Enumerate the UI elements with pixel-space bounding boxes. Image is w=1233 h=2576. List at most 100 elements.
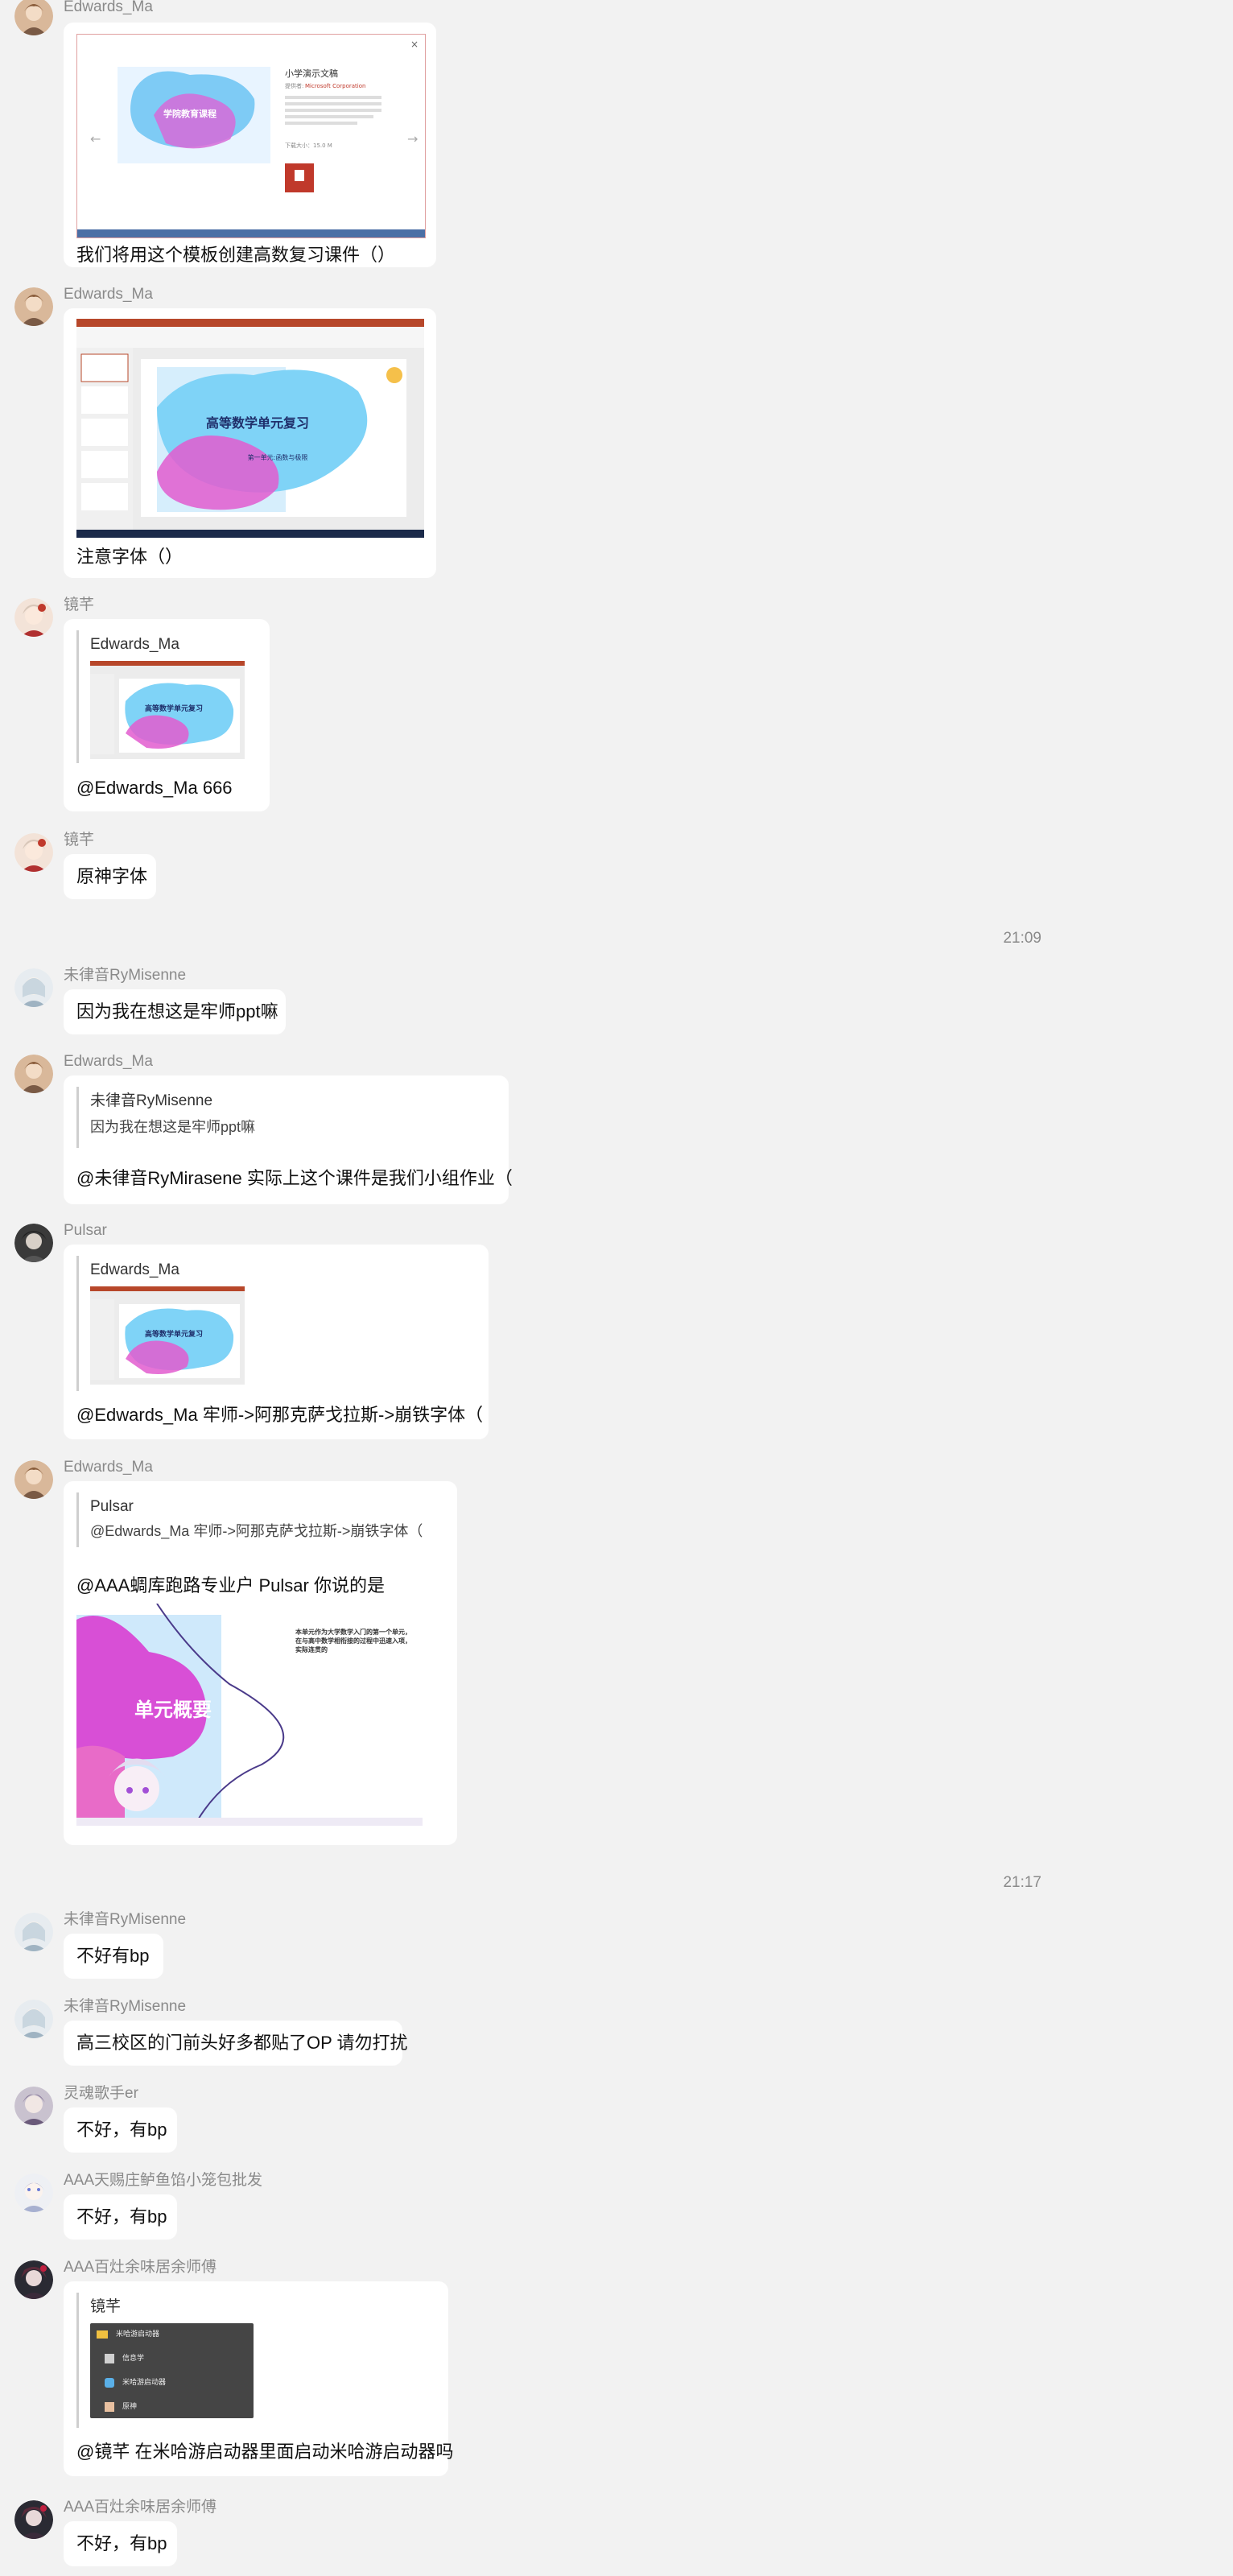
message-bubble[interactable]: Edwards_Ma 高等数学单元复习 @Edwards_Ma 牢师->阿那克萨… bbox=[64, 1245, 489, 1439]
message-bubble[interactable]: 不好，有bp bbox=[64, 2107, 177, 2153]
slide-image[interactable]: 单元概要 本单元作为大学数学入门的第一个单元，在与高中数学相衔接的过程中迅速入项… bbox=[76, 1604, 423, 1826]
sender-name[interactable]: 灵魂歌手er bbox=[64, 2085, 138, 2103]
file-list-item: 米哈游启动器 bbox=[105, 2376, 166, 2388]
quote-sender: 镜芊 bbox=[90, 2298, 122, 2315]
sender-name[interactable]: Pulsar bbox=[64, 1222, 107, 1240]
game-icon bbox=[105, 2401, 114, 2412]
avatar[interactable] bbox=[14, 1460, 53, 1499]
quote-text: 因为我在想这是牢师ppt嘛 bbox=[90, 1119, 256, 1135]
avatar[interactable] bbox=[14, 0, 53, 35]
avatar[interactable] bbox=[14, 598, 53, 637]
slide-subtitle: 第一单元:函数与极限 bbox=[248, 453, 308, 461]
message-text: @未律音RyMirasene 实际上这个课件是我们小组作业（ bbox=[76, 1168, 513, 1188]
message-bubble[interactable]: 未律音RyMisenne 因为我在想这是牢师ppt嘛 @未律音RyMirasen… bbox=[64, 1075, 513, 1204]
reply-quote[interactable]: 镜芊 米哈游启动器 信息学 米哈游启动器 原神 bbox=[76, 2293, 254, 2428]
svg-text:提供者:: 提供者: bbox=[285, 82, 303, 89]
message-bubble[interactable]: 高等数学单元复习 第一单元:函数与极限 注意字体（） bbox=[64, 308, 436, 578]
message-bubble[interactable]: 不好，有bp bbox=[64, 2521, 177, 2566]
preview-brand: Microsoft Corporation bbox=[305, 83, 365, 89]
message: Edwards_Ma 高等数学单元复习 第一单元:函数与极限 注意字体（） bbox=[0, 286, 1046, 584]
sender-name[interactable]: Edwards_Ma bbox=[64, 286, 153, 303]
file-list-item: 信息学 bbox=[105, 2352, 144, 2363]
message-text: 因为我在想这是牢师ppt嘛 bbox=[76, 1001, 278, 1022]
message-bubble[interactable]: 因为我在想这是牢师ppt嘛 bbox=[64, 989, 286, 1034]
message: Edwards_Ma × 学院教育课程 ← → 小学演示文稿 提供者: Micr… bbox=[0, 0, 1046, 274]
reply-quote[interactable]: Edwards_Ma 高等数学单元复习 bbox=[76, 630, 245, 763]
avatar[interactable] bbox=[14, 287, 53, 326]
reply-quote[interactable]: 未律音RyMisenne 因为我在想这是牢师ppt嘛 bbox=[76, 1087, 255, 1148]
message: AAA天赐庄鲈鱼馅小笼包批发 不好，有bp bbox=[0, 2172, 1046, 2244]
message-bubble[interactable]: 原神字体 bbox=[64, 854, 156, 899]
message-text: 不好有bp bbox=[76, 1946, 150, 1966]
reply-quote[interactable]: Edwards_Ma 高等数学单元复习 bbox=[76, 1256, 245, 1391]
sender-name[interactable]: Edwards_Ma bbox=[64, 1053, 153, 1071]
message-bubble[interactable]: 高三校区的门前头好多都贴了OP 请勿打扰 bbox=[64, 2021, 408, 2066]
message: 未律音RyMisenne 高三校区的门前头好多都贴了OP 请勿打扰 bbox=[0, 1998, 1046, 2070]
message-text: @Edwards_Ma 牢师->阿那克萨戈拉斯->崩铁字体（ bbox=[76, 1405, 484, 1425]
message: 镜芊 原神字体 bbox=[0, 832, 1046, 904]
avatar[interactable] bbox=[14, 1913, 53, 1951]
quote-sender: Edwards_Ma bbox=[90, 636, 179, 653]
sender-name[interactable]: AAA百灶余味居余师傅 bbox=[64, 2259, 216, 2277]
sender-name[interactable]: AAA百灶余味居余师傅 bbox=[64, 2499, 216, 2516]
timestamp: 21:17 bbox=[1003, 1874, 1041, 1891]
sender-name[interactable]: 未律音RyMisenne bbox=[64, 1911, 186, 1929]
message-bubble[interactable]: 镜芊 米哈游启动器 信息学 米哈游启动器 原神 @镜芊 在米哈游启动器里面启动米… bbox=[64, 2281, 453, 2476]
preview-title: 小学演示文稿 bbox=[285, 68, 338, 79]
avatar[interactable] bbox=[14, 2174, 53, 2212]
template-preview-image[interactable]: × 学院教育课程 ← → 小学演示文稿 提供者: Microsoft Corpo… bbox=[76, 34, 426, 238]
message-bubble[interactable]: 不好有bp bbox=[64, 1934, 163, 1979]
quoted-image[interactable]: 高等数学单元复习 bbox=[90, 1286, 245, 1385]
message-text: 高三校区的门前头好多都贴了OP 请勿打扰 bbox=[76, 2033, 408, 2053]
timestamp: 21:09 bbox=[1003, 930, 1041, 947]
message-bubble[interactable]: Edwards_Ma 高等数学单元复习 @Edwards_Ma 666 bbox=[64, 619, 270, 811]
message: AAA百灶余味居余师傅 不好，有bp bbox=[0, 2499, 1046, 2571]
folder-icon bbox=[97, 2330, 108, 2339]
slide-title: 高等数学单元复习 bbox=[206, 415, 309, 431]
svg-text:×: × bbox=[410, 39, 419, 50]
quoted-file-list-image[interactable]: 米哈游启动器 信息学 米哈游启动器 原神 bbox=[90, 2323, 254, 2418]
avatar[interactable] bbox=[14, 968, 53, 1007]
message-text: 原神字体 bbox=[76, 866, 148, 886]
next-arrow-icon: → bbox=[407, 131, 418, 147]
avatar[interactable] bbox=[14, 2087, 53, 2125]
message: 灵魂歌手er 不好，有bp bbox=[0, 2085, 1046, 2157]
message-text: @Edwards_Ma 666 bbox=[76, 778, 233, 798]
preview-size: 下载大小：15.0 M bbox=[285, 142, 332, 149]
sender-name[interactable]: Edwards_Ma bbox=[64, 0, 153, 16]
sender-name[interactable]: 镜芊 bbox=[64, 832, 94, 849]
prev-arrow-icon: ← bbox=[90, 131, 101, 147]
sender-name[interactable]: 未律音RyMisenne bbox=[64, 1998, 186, 2016]
sender-name[interactable]: Edwards_Ma bbox=[64, 1459, 153, 1476]
sender-name[interactable]: 未律音RyMisenne bbox=[64, 967, 186, 985]
message-text: @镜芊 在米哈游启动器里面启动米哈游启动器吗 bbox=[76, 2442, 454, 2462]
message: AAA百灶余味居余师傅 镜芊 米哈游启动器 信息学 米哈游启动器 原神 @镜芊 … bbox=[0, 2259, 1046, 2484]
message-text: 不好，有bp bbox=[76, 2533, 167, 2553]
quote-sender: Edwards_Ma bbox=[90, 1261, 179, 1278]
quote-sender: 未律音RyMisenne bbox=[90, 1092, 213, 1109]
avatar[interactable] bbox=[14, 1224, 53, 1262]
avatar[interactable] bbox=[14, 2260, 53, 2299]
sender-name[interactable]: 镜芊 bbox=[64, 597, 94, 614]
message-text: @AAA蜩库跑路专业户 Pulsar 你说的是 bbox=[76, 1575, 385, 1596]
message-bubble[interactable]: Pulsar @Edwards_Ma 牢师->阿那克萨戈拉斯->崩铁字体（ @A… bbox=[64, 1481, 457, 1845]
avatar[interactable] bbox=[14, 2000, 53, 2038]
powerpoint-screenshot-image[interactable]: 高等数学单元复习 第一单元:函数与极限 bbox=[76, 319, 424, 538]
message: 未律音RyMisenne 不好有bp bbox=[0, 1911, 1046, 1984]
slide-body-text: 本单元作为大学数学入门的第一个单元，在与高中数学相衔接的过程中迅速入项，实际连贯… bbox=[295, 1629, 411, 1653]
avatar[interactable] bbox=[14, 2500, 53, 2539]
reply-quote[interactable]: Pulsar @Edwards_Ma 牢师->阿那克萨戈拉斯->崩铁字体（ bbox=[76, 1492, 423, 1547]
avatar[interactable] bbox=[14, 1055, 53, 1093]
file-list-item: 原神 bbox=[105, 2401, 137, 2412]
quote-sender: Pulsar bbox=[90, 1498, 134, 1515]
message: Edwards_Ma Pulsar @Edwards_Ma 牢师->阿那克萨戈拉… bbox=[0, 1459, 1046, 1853]
message: Pulsar Edwards_Ma 高等数学单元复习 @Edwards_Ma 牢… bbox=[0, 1222, 1046, 1447]
message-bubble[interactable]: 不好，有bp bbox=[64, 2194, 177, 2240]
sender-name[interactable]: AAA天赐庄鲈鱼馅小笼包批发 bbox=[64, 2172, 262, 2190]
quoted-image[interactable]: 高等数学单元复习 bbox=[90, 661, 245, 759]
quoted-slide-title: 高等数学单元复习 bbox=[145, 704, 203, 713]
message-bubble[interactable]: × 学院教育课程 ← → 小学演示文稿 提供者: Microsoft Corpo… bbox=[64, 23, 436, 267]
message: Edwards_Ma 未律音RyMisenne 因为我在想这是牢师ppt嘛 @未… bbox=[0, 1053, 1046, 1214]
launcher-icon bbox=[105, 2377, 114, 2388]
avatar[interactable] bbox=[14, 833, 53, 872]
